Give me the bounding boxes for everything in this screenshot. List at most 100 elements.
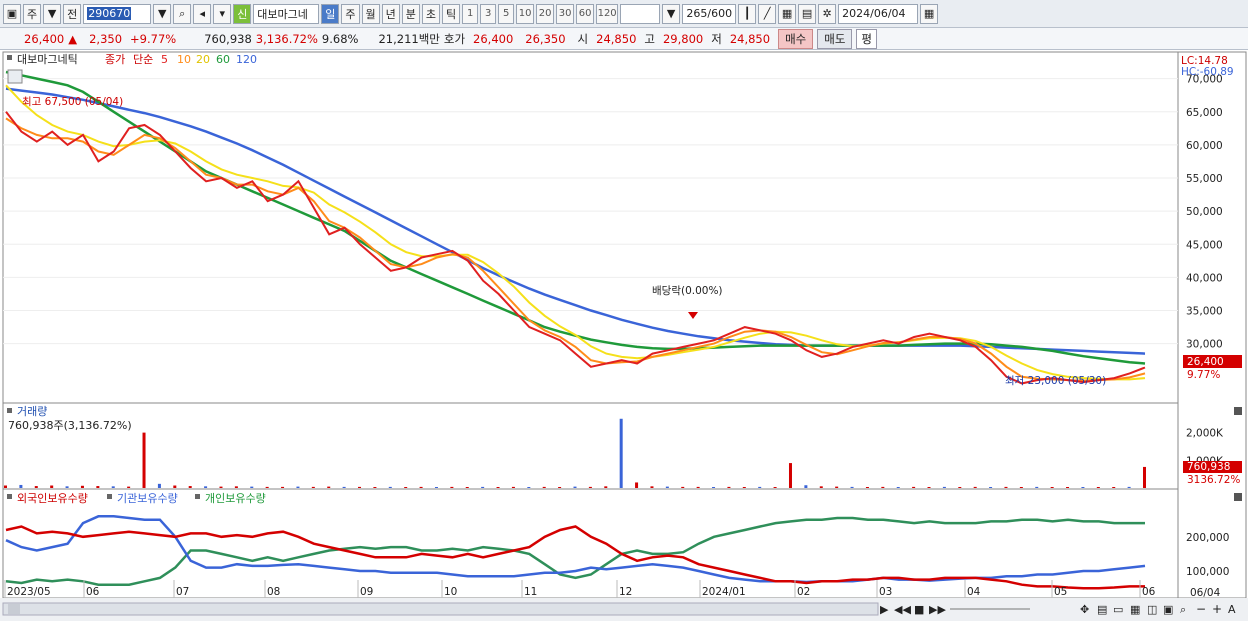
volume-bar	[942, 486, 946, 488]
y-tick-label: 40,000	[1186, 272, 1223, 284]
zoom-icon[interactable]: ⌕	[1180, 603, 1186, 616]
scroll-left-icon[interactable]	[8, 604, 20, 614]
interval-20[interactable]: 20	[536, 3, 555, 24]
search-icon[interactable]: ⌕	[173, 3, 192, 24]
volume-bar	[804, 485, 808, 488]
pan-icon[interactable]: ✥	[1080, 603, 1089, 616]
volume-bar	[465, 487, 469, 488]
volume-value: 760,938	[204, 31, 252, 46]
price-change-pct: +9.77%	[130, 31, 177, 46]
x-tick-label: 2024/01	[702, 586, 746, 598]
period-minute-tab[interactable]: 분	[401, 3, 420, 24]
save-icon[interactable]: ▤	[798, 3, 817, 24]
x-tick-label: 11	[524, 586, 537, 598]
gear-icon[interactable]: ✲	[818, 3, 837, 24]
volume-bar	[419, 486, 423, 488]
period-day-tab[interactable]: 일	[321, 3, 340, 24]
price-chart-title: 대보마그네틱	[17, 53, 78, 66]
volume-bar	[373, 487, 377, 488]
grid-icon[interactable]: ▦	[1130, 603, 1140, 616]
turnover-rate: 9.68%	[321, 31, 359, 46]
grid-icon[interactable]: ▦	[778, 3, 797, 24]
layout-icon[interactable]: ▤	[1097, 603, 1107, 616]
font-size-icon[interactable]: A	[1228, 603, 1236, 616]
volume-bar	[1096, 487, 1100, 488]
stock-chart[interactable]: 70,00065,00060,00055,00050,00045,00040,0…	[0, 50, 1248, 621]
scrollbar-track[interactable]	[2, 602, 879, 616]
display-count-field[interactable]: 265/600	[682, 3, 737, 24]
interval-dropdown-icon[interactable]: ▼	[662, 3, 681, 24]
market-select[interactable]: 주	[23, 3, 42, 24]
window-menu-icon[interactable]: ▣	[3, 3, 21, 24]
volume-panel[interactable]	[2, 402, 1179, 490]
volume-bar	[758, 486, 762, 488]
interval-1[interactable]: 1	[462, 3, 479, 24]
zoom-in-icon[interactable]: +	[1212, 602, 1222, 616]
chevron-down-icon[interactable]: ▼	[43, 3, 62, 24]
calculator-icon[interactable]	[7, 69, 23, 84]
volume-bar	[681, 486, 685, 488]
legend-ma120: 120	[236, 53, 257, 66]
scroll-right-icon[interactable]: ▶	[880, 603, 889, 616]
volume-bar	[850, 486, 854, 488]
top-toolbar: ▣ 주 ▼ 전 290670 ▼ ⌕ ◂ ▾ 신 대보마그네 일 주 월 년 분…	[0, 0, 1248, 28]
volume-bar	[358, 486, 362, 488]
y-tick-label: 65,000	[1186, 107, 1223, 119]
speaker-dropdown-icon[interactable]: ▾	[213, 3, 232, 24]
stock-name-field[interactable]: 대보마그네	[253, 3, 320, 24]
volume-bar	[773, 487, 777, 488]
interval-3[interactable]: 3	[480, 3, 497, 24]
stock-code-input[interactable]: 290670	[83, 3, 152, 24]
volume-bar	[665, 486, 669, 488]
volume-bar	[819, 486, 823, 488]
interval-30[interactable]: 30	[556, 3, 575, 24]
period-week-tab[interactable]: 주	[341, 3, 360, 24]
x-tick-label: 06	[86, 586, 100, 598]
play-icon[interactable]: ▶▶	[929, 603, 946, 616]
date-field[interactable]: 2024/06/04	[838, 3, 919, 24]
volume-bar	[80, 485, 84, 488]
zoom-out-icon[interactable]: −	[1196, 602, 1206, 616]
prev-button[interactable]: 전	[63, 3, 82, 24]
draw-tool-icon[interactable]: ╱	[758, 3, 777, 24]
period-tick-tab[interactable]: 틱	[442, 3, 461, 24]
x-tick-label: 04	[967, 586, 981, 598]
interval-120[interactable]: 120	[596, 3, 619, 24]
panel-close-icon[interactable]	[1234, 493, 1242, 501]
eval-button[interactable]: 평	[856, 28, 878, 49]
volume-bar	[265, 486, 269, 488]
stop-icon[interactable]: ■	[914, 603, 924, 616]
code-dropdown-icon[interactable]: ▼	[153, 3, 172, 24]
x-tick-label: 07	[176, 586, 189, 598]
interval-custom-input[interactable]	[620, 3, 661, 24]
buy-button[interactable]: 매수	[778, 28, 814, 49]
volume-bar	[296, 486, 300, 488]
sell-button[interactable]: 매도	[817, 28, 853, 49]
rewind-icon[interactable]: ◀◀	[894, 603, 911, 616]
window-icon[interactable]: ▭	[1113, 603, 1123, 616]
volume-bar	[250, 486, 254, 488]
export-icon[interactable]: ▣	[1163, 603, 1173, 616]
candle-type-icon[interactable]: ┃	[738, 3, 757, 24]
volume-bar	[573, 486, 577, 488]
volume-bar	[173, 485, 177, 488]
interval-10[interactable]: 10	[516, 3, 535, 24]
period-month-tab[interactable]: 월	[361, 3, 380, 24]
period-year-tab[interactable]: 년	[381, 3, 400, 24]
interval-5[interactable]: 5	[498, 3, 515, 24]
interval-60[interactable]: 60	[576, 3, 595, 24]
speaker-icon[interactable]: ◂	[193, 3, 212, 24]
x-tick-label: 12	[619, 586, 632, 598]
price-panel[interactable]	[2, 51, 1179, 404]
volume-bar	[1112, 487, 1116, 488]
volume-bar	[1143, 466, 1146, 488]
panel-close-icon[interactable]	[1234, 407, 1242, 415]
panel-bullet-icon	[195, 494, 200, 499]
volume-bar	[973, 486, 977, 488]
calendar-icon[interactable]: ▦	[920, 3, 939, 24]
x-tick-label: 09	[360, 586, 373, 598]
new-badge[interactable]: 신	[233, 3, 252, 24]
period-second-tab[interactable]: 초	[421, 3, 440, 24]
split-icon[interactable]: ◫	[1147, 603, 1157, 616]
high-annotation: 최고 67,500 (05/04)	[22, 96, 123, 108]
